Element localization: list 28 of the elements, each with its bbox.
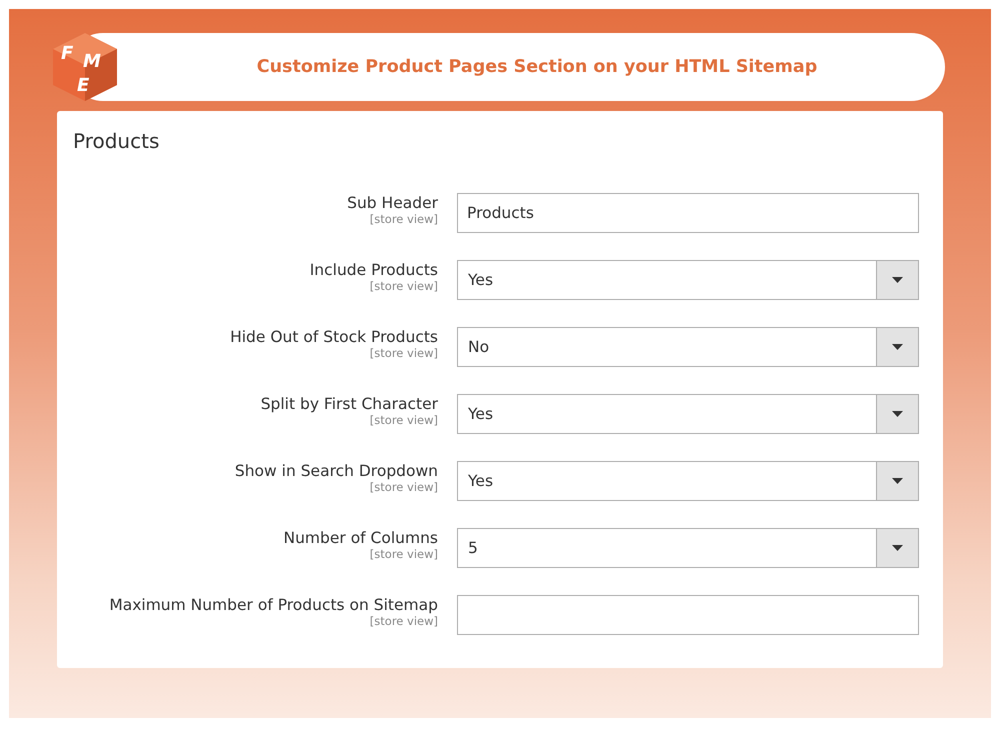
caret-icon bbox=[892, 411, 903, 417]
field-label: Sub Header bbox=[347, 194, 438, 212]
scope-note: [store view] bbox=[370, 614, 438, 628]
select-field[interactable]: No bbox=[457, 327, 919, 367]
scope-note: [store view] bbox=[370, 346, 438, 360]
caret-icon bbox=[892, 344, 903, 350]
input-field[interactable] bbox=[457, 595, 919, 635]
select-field[interactable]: 5 bbox=[457, 528, 919, 568]
caret-icon bbox=[892, 545, 903, 551]
select-field[interactable]: Yes bbox=[457, 461, 919, 501]
section-title: Products bbox=[73, 129, 160, 153]
select-field[interactable]: Yes bbox=[457, 394, 919, 434]
field-label: Number of Columns bbox=[284, 529, 438, 547]
field-label: Hide Out of Stock Products bbox=[230, 328, 438, 346]
select-field[interactable]: Yes bbox=[457, 260, 919, 300]
input-field[interactable]: Products bbox=[457, 193, 919, 233]
field-label: Maximum Number of Products on Sitemap bbox=[109, 596, 438, 614]
field-label: Include Products bbox=[310, 261, 438, 279]
caret-icon bbox=[892, 478, 903, 484]
scope-note: [store view] bbox=[370, 480, 438, 494]
scope-note: [store view] bbox=[370, 279, 438, 293]
banner-title: Customize Product Pages Section on your HTML Sitemap bbox=[256, 57, 818, 77]
scope-note: [store view] bbox=[370, 413, 438, 427]
field-label: Show in Search Dropdown bbox=[234, 462, 438, 480]
scope-note: [store view] bbox=[370, 547, 438, 561]
field-label: Split by First Character bbox=[260, 395, 438, 413]
scope-note: [store view] bbox=[370, 212, 438, 226]
caret-icon bbox=[892, 277, 903, 283]
